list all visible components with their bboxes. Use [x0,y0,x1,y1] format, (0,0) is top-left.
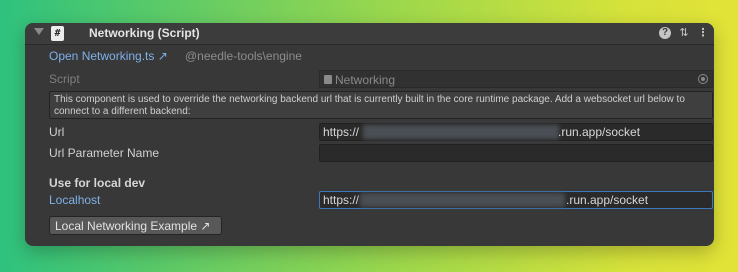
url-parameter-name-input[interactable] [319,144,713,162]
url-parameter-name-label: Url Parameter Name [49,146,160,160]
local-networking-example-label: Local Networking Example ↗ [55,219,211,233]
object-picker-icon[interactable] [698,74,708,84]
presets-icon[interactable]: ⇅ [677,26,691,40]
inspector-component-panel: # Networking (Script) ? ⇅ ⋮ Open Network… [25,23,714,246]
script-label: Script [49,72,80,86]
component-header[interactable]: # Networking (Script) ? ⇅ ⋮ [25,23,714,45]
script-value: Networking [335,73,396,87]
url-value-start: https:// [323,125,360,139]
url-input[interactable]: https:// .run.app/socket [319,123,713,141]
open-script-link[interactable]: Open Networking.ts ↗ [49,49,168,63]
localhost-input[interactable]: https:// .run.app/socket [319,191,713,209]
help-icon[interactable]: ? [659,27,671,39]
script-object-field: Networking [319,70,713,88]
section-title: Use for local dev [49,176,146,190]
script-asset-icon [324,75,332,84]
localhost-redacted [360,193,565,207]
localhost-value-start: https:// [323,193,360,207]
url-redacted [363,125,559,139]
help-box: This component is used to override the n… [49,91,713,119]
help-box-text: This component is used to override the n… [54,94,685,117]
url-value-end: .run.app/socket [558,125,641,139]
local-networking-example-button[interactable]: Local Networking Example ↗ [49,216,222,235]
package-name: @needle-tools\engine [185,49,302,63]
component-title: Networking (Script) [89,26,200,40]
url-label: Url [49,125,65,139]
foldout-arrow-icon[interactable] [34,28,44,35]
more-options-icon[interactable]: ⋮ [696,26,710,40]
localhost-value-end: .run.app/socket [566,193,649,207]
script-file-icon: # [51,26,64,41]
localhost-label: Localhost [49,193,101,207]
